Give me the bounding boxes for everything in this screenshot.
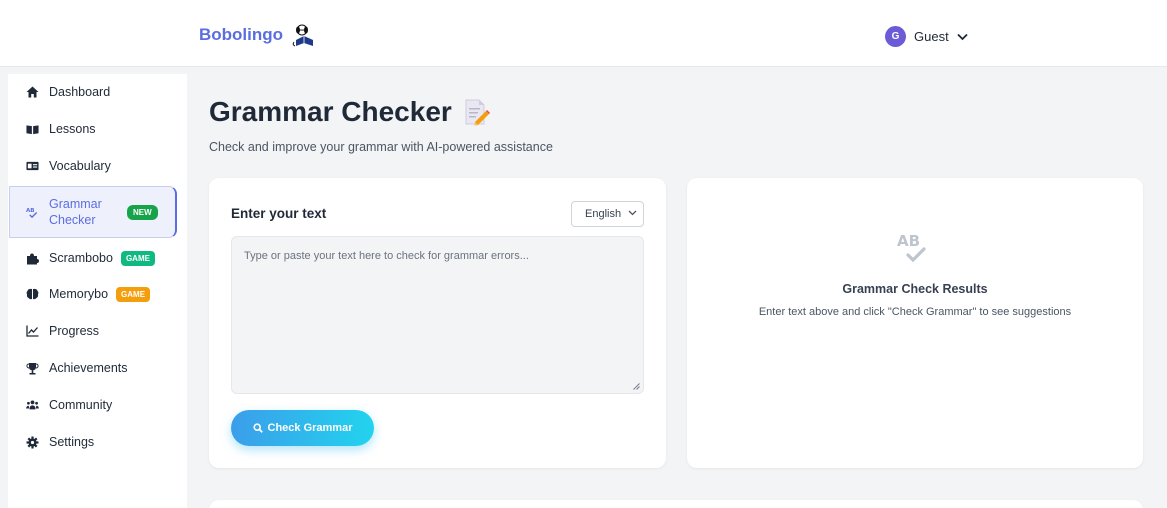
sidebar-item-label: Achievements (49, 361, 128, 375)
sidebar-item-community[interactable]: Community (8, 390, 176, 420)
game-badge: GAME (116, 286, 151, 302)
sidebar-item-scrambobo[interactable]: Scrambobo GAME (8, 243, 176, 273)
spellcheck-icon: AB (897, 232, 926, 263)
sidebar-item-settings[interactable]: Settings (8, 427, 176, 457)
results-card: AB Grammar Check Results Enter text abov… (687, 178, 1143, 468)
search-icon (252, 423, 263, 433)
sidebar-item-label: Scrambobo (49, 251, 113, 265)
gear-icon (26, 436, 39, 449)
sidebar-item-label: Community (49, 398, 113, 412)
new-badge: NEW (127, 204, 158, 220)
avatar: G (885, 26, 906, 47)
check-grammar-label: Check Grammar (267, 422, 353, 434)
sidebar-item-grammar-checker[interactable]: AB Grammar Checker NEW (9, 186, 177, 238)
resize-handle-icon[interactable] (633, 383, 640, 390)
book-open-icon (26, 123, 39, 136)
grammar-text-input[interactable]: Type or paste your text here to check fo… (231, 236, 644, 394)
card-title: Enter your text (231, 206, 327, 221)
page-title-text: Grammar Checker (209, 96, 452, 127)
sidebar-item-lessons[interactable]: Lessons (8, 114, 176, 144)
language-select[interactable]: English (571, 201, 644, 227)
chevron-down-icon (957, 33, 968, 40)
bottom-card (209, 500, 1143, 508)
results-title: Grammar Check Results (842, 282, 988, 296)
reading-dog-icon (292, 24, 314, 47)
brand[interactable]: Bobolingo (199, 22, 317, 48)
svg-text:AB: AB (26, 208, 35, 214)
sidebar-item-progress[interactable]: Progress (8, 316, 176, 346)
sidebar-item-vocabulary[interactable]: Vocabulary (8, 151, 176, 181)
sidebar-item-label: Vocabulary (49, 159, 111, 173)
sidebar-item-label: Memorybo (49, 287, 109, 301)
check-grammar-button[interactable]: Check Grammar (231, 410, 374, 446)
page-subtitle: Check and improve your grammar with AI-p… (209, 140, 553, 154)
input-placeholder: Type or paste your text here to check fo… (244, 250, 529, 262)
puzzle-icon (26, 252, 39, 265)
svg-text:AB: AB (897, 232, 920, 250)
sidebar-item-label: Grammar Checker (49, 197, 102, 227)
brain-icon (26, 288, 39, 301)
chevron-down-icon (628, 210, 637, 216)
sidebar-item-label: Lessons (49, 122, 96, 136)
trophy-icon (26, 362, 39, 375)
sidebar-item-label: Progress (49, 324, 100, 338)
sidebar: Dashboard Lessons Vocabulary AB Grammar … (8, 74, 187, 508)
user-menu[interactable]: G Guest (885, 26, 968, 47)
users-icon (26, 399, 39, 412)
id-card-icon (26, 160, 39, 173)
sidebar-item-label: Settings (49, 435, 95, 449)
results-empty-text: Enter text above and click "Check Gramma… (758, 306, 1072, 318)
memo-pencil-icon (465, 99, 490, 126)
sidebar-item-memorybo[interactable]: Memorybo GAME (8, 279, 176, 309)
home-icon (26, 86, 39, 99)
user-name: Guest (914, 29, 949, 44)
page-title: Grammar Checker (209, 96, 490, 128)
sidebar-item-achievements[interactable]: Achievements (8, 353, 176, 383)
chart-line-icon (26, 325, 39, 338)
sidebar-item-label: Dashboard (49, 85, 111, 99)
language-select-value: English (585, 208, 622, 220)
brand-name[interactable]: Bobolingo (199, 25, 283, 45)
sidebar-item-dashboard[interactable]: Dashboard (8, 77, 176, 107)
spellcheck-icon: AB (26, 206, 39, 219)
text-input-card: Enter your text English Type or paste yo… (209, 178, 666, 468)
top-bar: Bobolingo G Guest (0, 0, 1167, 67)
game-badge: GAME (120, 250, 155, 266)
